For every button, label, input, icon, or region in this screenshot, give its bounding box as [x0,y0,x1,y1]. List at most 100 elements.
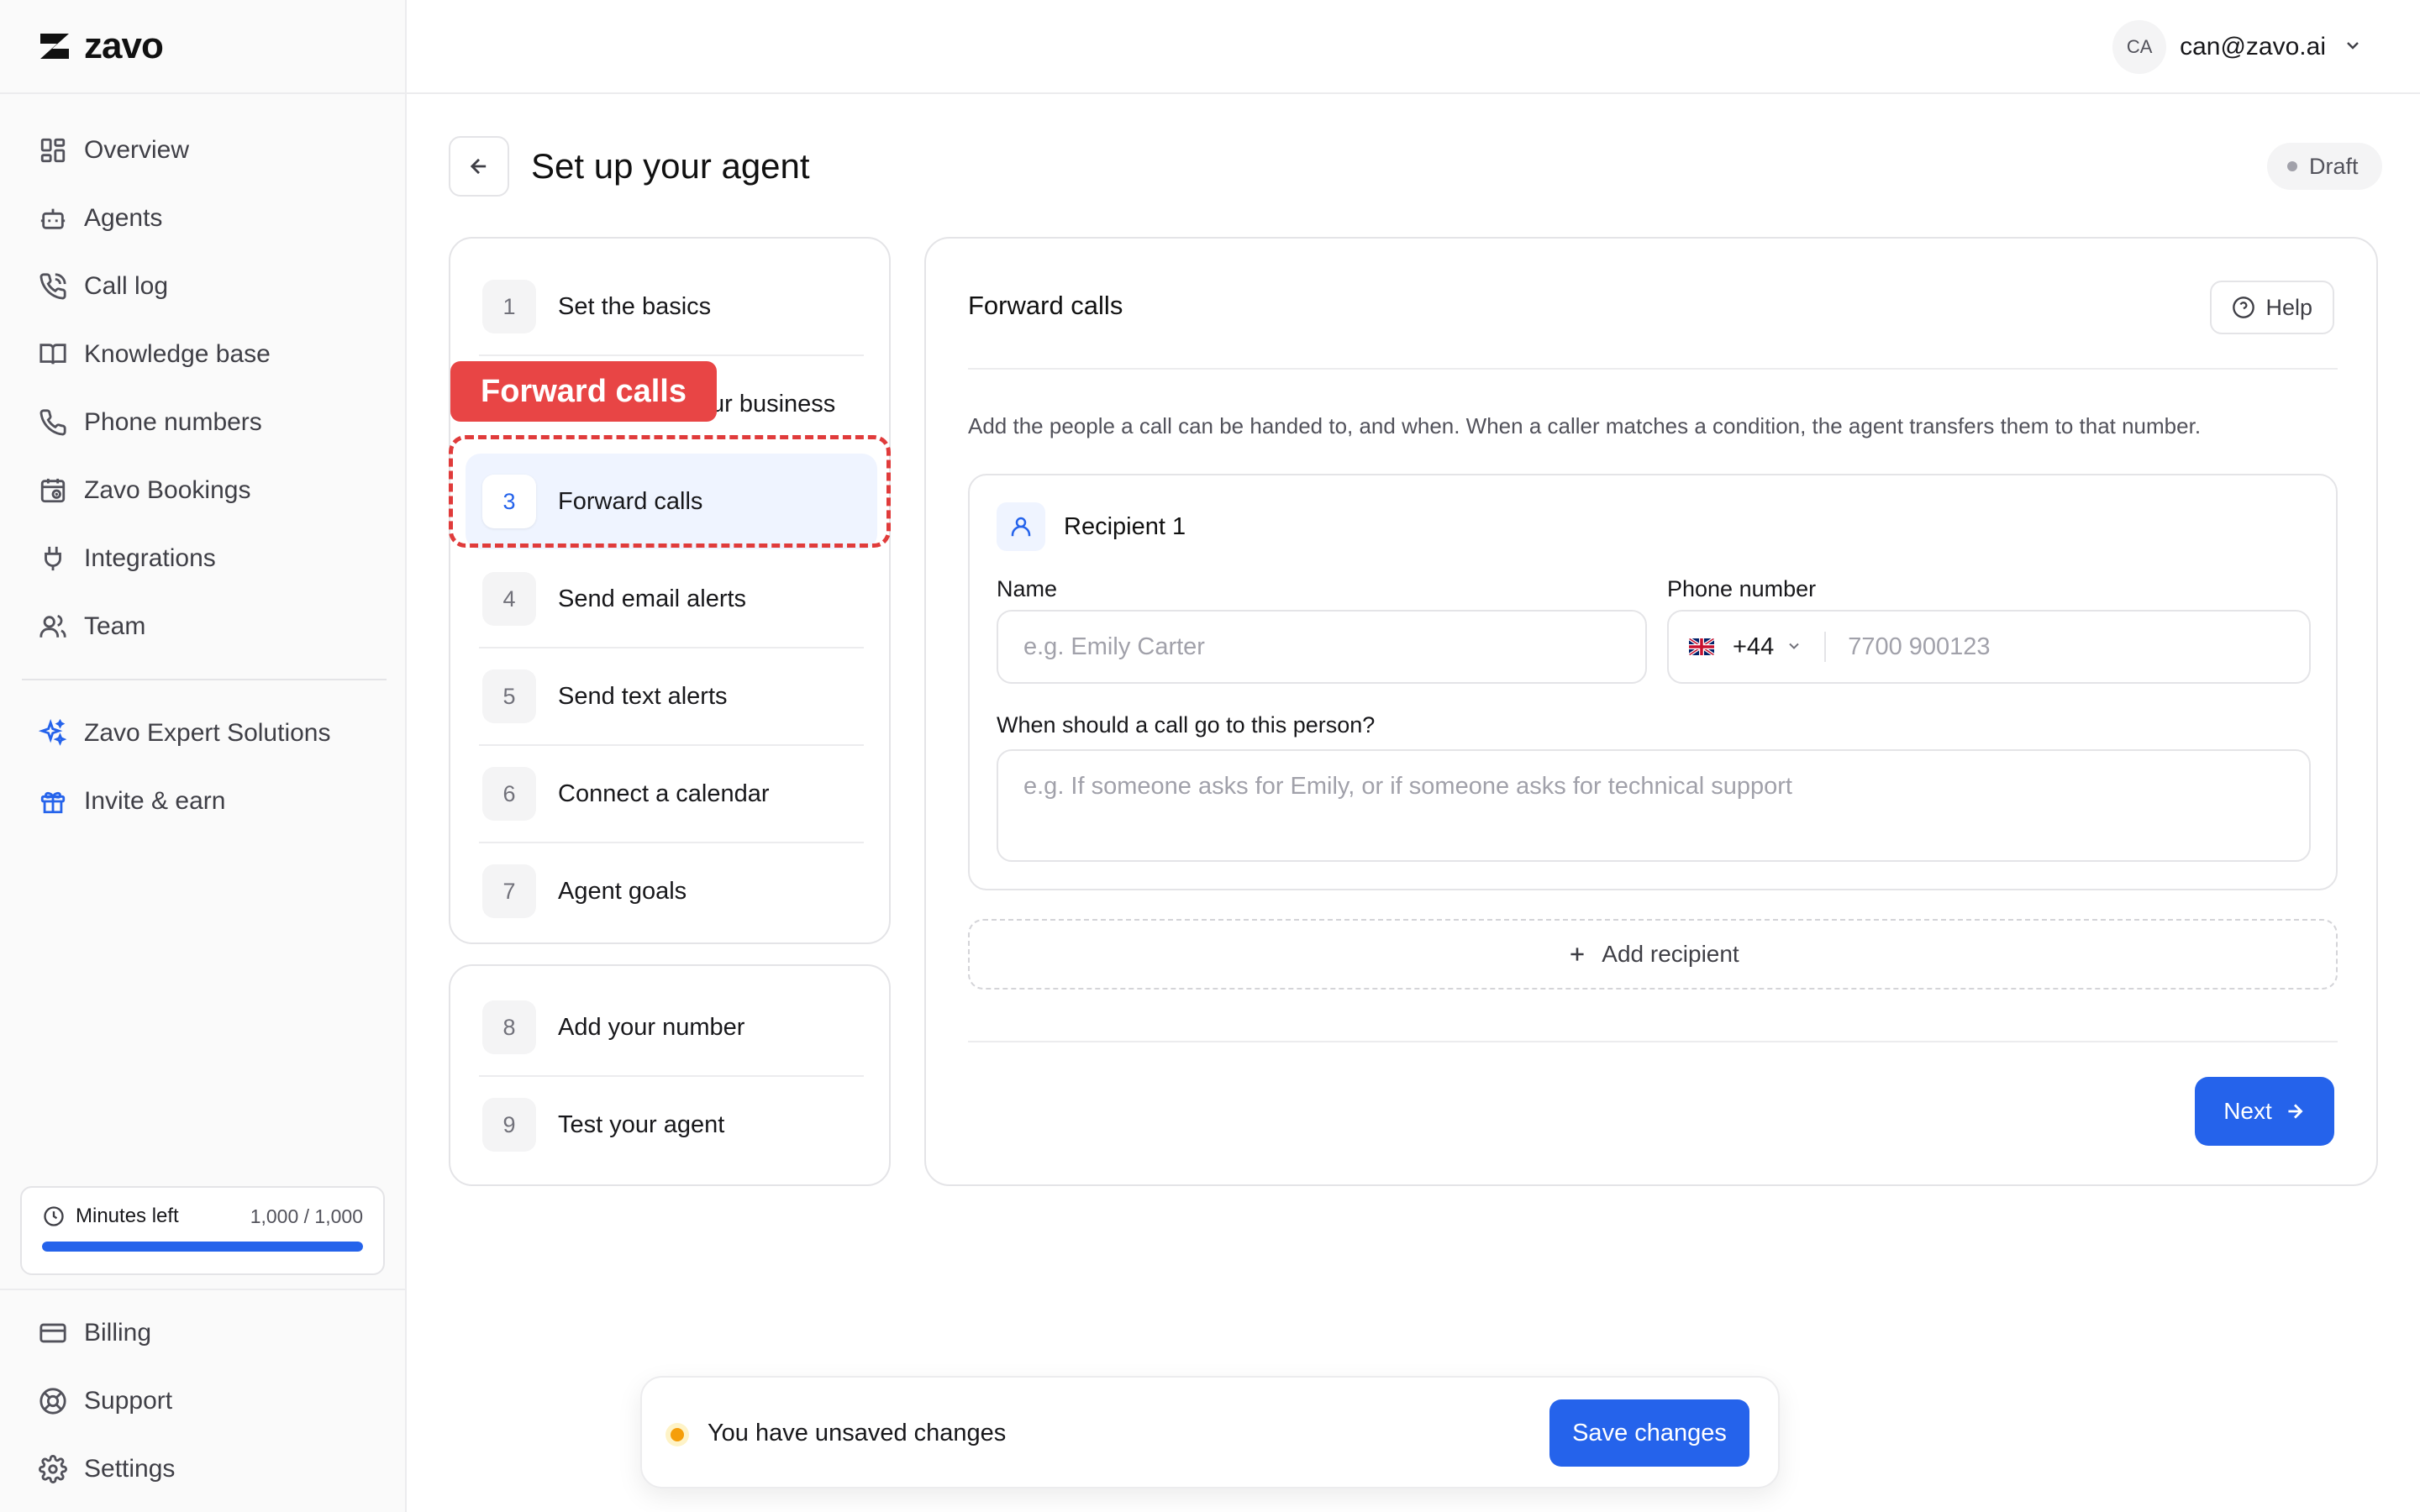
save-changes-button[interactable]: Save changes [1549,1399,1749,1467]
sidebar-item-agents[interactable]: Agents [20,184,385,252]
step-item-8[interactable]: 8 Add your number [479,979,864,1075]
step-number: 9 [482,1098,536,1152]
step-item-5[interactable]: 5 Send text alerts [479,648,864,744]
gear-icon [39,1454,67,1483]
steps-list: 1 Set the basics 2 ur business 3 Forward… [449,237,891,944]
sidebar-item-support[interactable]: Support [20,1367,387,1435]
sparkles-icon [38,718,67,748]
highlight-outline [449,435,891,548]
sidebar-item-invite-earn[interactable]: Invite & earn [20,767,385,835]
warning-dot [671,1428,684,1441]
next-button[interactable]: Next [2195,1077,2334,1146]
step-number: 1 [482,280,536,333]
sidebar-item-overview[interactable]: Overview [20,116,385,184]
sidebar-item-label: Support [84,1386,173,1415]
condition-textarea[interactable]: e.g. If someone asks for Emily, or if so… [997,749,2311,862]
sidebar-nav: Overview Agents Call log Knowledge base … [0,94,405,835]
step-label: Send text alerts [558,682,728,710]
status-badge: Draft [2267,143,2382,190]
top-bar: CA can@zavo.ai [407,0,2420,94]
sidebar-item-settings[interactable]: Settings [20,1435,387,1503]
chevron-down-icon [2343,35,2363,60]
recipient-card: Recipient 1 Name e.g. Emily Carter Phone… [968,474,2338,890]
step-label: Add your number [558,1013,745,1041]
phone-icon [39,408,67,437]
minutes-label: Minutes left [42,1205,179,1228]
sidebar-item-label: Invite & earn [84,786,226,815]
plug-icon [39,544,67,573]
lifebuoy-icon [39,1387,67,1415]
sidebar-item-label: Billing [84,1318,152,1347]
next-label: Next [2223,1098,2272,1124]
brand-name: zavo [84,25,164,66]
recipient-header: Recipient 1 [997,502,1186,551]
sidebar-item-label: Zavo Bookings [84,475,251,504]
step-number: 4 [482,572,536,626]
step-item-6[interactable]: 6 Connect a calendar [479,746,864,842]
avatar: CA [2112,20,2167,74]
sidebar-item-zavo-bookings[interactable]: Zavo Bookings [20,456,385,524]
sidebar-bottom-nav: Billing Support Settings [0,1289,407,1503]
sidebar-item-call-log[interactable]: Call log [20,252,385,320]
user-menu[interactable]: CA can@zavo.ai [2112,20,2363,74]
arrow-right-icon [2288,1104,2303,1119]
sidebar-item-label: Agents [84,203,163,232]
phone-separator [1824,632,1827,662]
step-item-7[interactable]: 7 Agent goals [479,843,864,939]
users-icon [39,612,67,641]
panel-footer-divider [968,1041,2338,1042]
credit-card-icon [39,1319,67,1347]
uk-flag-icon [1689,638,1714,655]
step-item-1[interactable]: 1 Set the basics [479,259,864,354]
phone-placeholder: 7700 900123 [1848,633,1991,660]
step-item-4[interactable]: 4 Send email alerts [479,551,864,647]
sidebar-item-label: Overview [84,135,190,164]
phone-call-icon [39,272,67,301]
sidebar-item-label: Team [84,612,146,640]
back-button[interactable] [449,136,509,197]
step-number: 6 [482,767,536,821]
user-email: can@zavo.ai [2180,33,2326,60]
zavo-logo-icon [40,34,69,59]
chevron-down-icon[interactable] [1786,633,1802,661]
status-dot [2287,161,2297,171]
user-icon [997,502,1045,551]
sidebar-item-zavo-expert-solutions[interactable]: Zavo Expert Solutions [20,699,385,767]
name-input[interactable]: e.g. Emily Carter [997,610,1647,684]
logo[interactable]: zavo [0,0,405,94]
step-number: 8 [482,1000,536,1054]
help-label: Help [2265,294,2312,320]
add-recipient-button[interactable]: Add recipient [968,919,2338,990]
sidebar-item-label: Integrations [84,543,216,572]
sidebar-item-phone-numbers[interactable]: Phone numbers [20,388,385,456]
step-item-9[interactable]: 9 Test your agent [479,1077,864,1173]
minutes-progress-bar [42,1242,363,1252]
bot-icon [39,204,67,233]
sidebar-item-billing[interactable]: Billing [20,1299,387,1367]
sidebar-item-label: Settings [84,1454,176,1483]
condition-label: When should a call go to this person? [997,712,1376,738]
country-code[interactable]: +44 [1733,633,1774,661]
page-title: Set up your agent [531,146,810,186]
book-icon [39,340,67,369]
sidebar-item-label: Knowledge base [84,339,271,368]
gift-icon [39,787,67,816]
calendar-clock-icon [39,476,67,505]
sidebar-item-label: Zavo Expert Solutions [84,718,331,747]
panel-title: Forward calls [968,291,1123,320]
step-number: 7 [482,864,536,918]
sidebar-item-knowledge-base[interactable]: Knowledge base [20,320,385,388]
sidebar-item-team[interactable]: Team [20,592,385,660]
minutes-left-card: Minutes left 1,000 / 1,000 [20,1186,385,1275]
clock-icon [44,1206,64,1226]
step-label: Send email alerts [558,585,747,612]
sidebar-item-label: Phone numbers [84,407,262,436]
sidebar-item-integrations[interactable]: Integrations [20,524,385,592]
grid-icon [39,136,67,165]
help-button[interactable]: Help [2210,281,2334,334]
minutes-label-text: Minutes left [76,1205,179,1227]
unsaved-text: You have unsaved changes [708,1420,1007,1446]
sidebar-divider [22,679,387,680]
minutes-value: 1,000 / 1,000 [250,1205,363,1227]
phone-input[interactable]: +44 7700 900123 [1667,610,2311,684]
